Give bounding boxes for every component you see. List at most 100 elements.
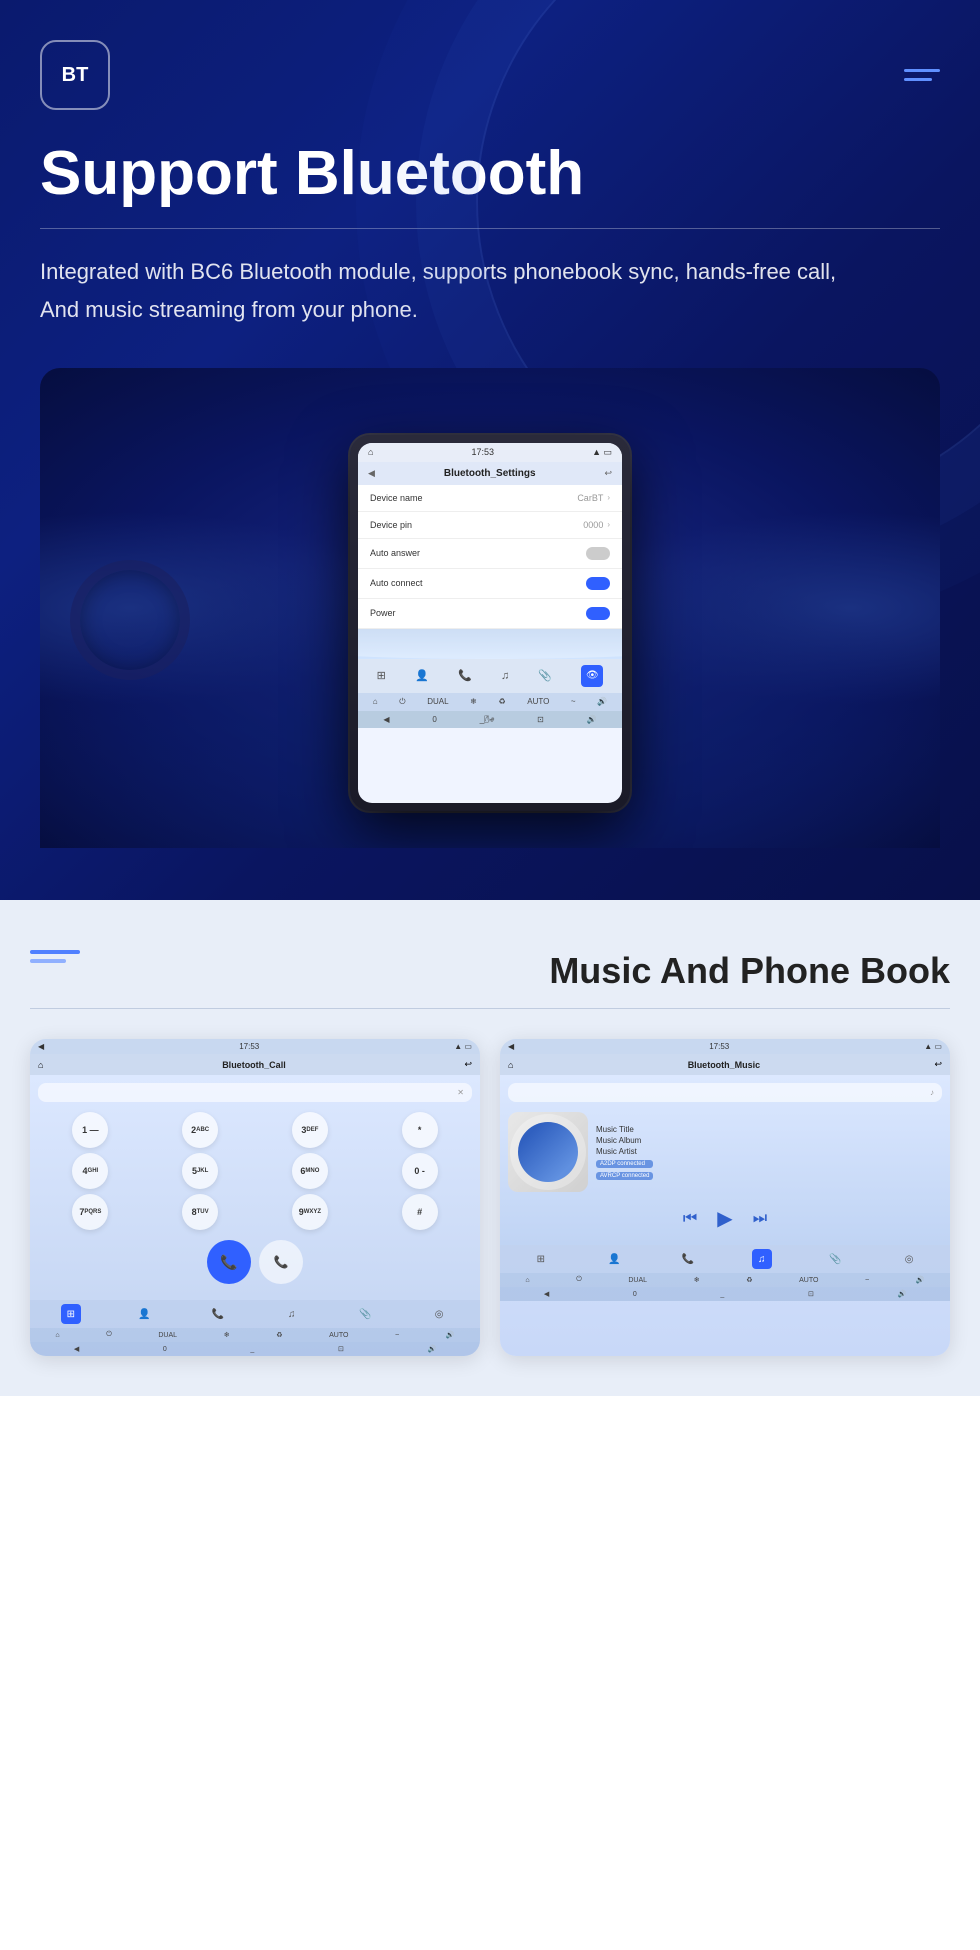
dial-3[interactable]: 3DEF — [292, 1112, 328, 1148]
music-close-icon[interactable]: ↩ — [934, 1059, 942, 1070]
call-contact-icon[interactable]: 👤 — [134, 1304, 154, 1324]
dial-0[interactable]: 0 - — [402, 1153, 438, 1189]
music-clip-icon[interactable]: 📎 — [825, 1249, 845, 1269]
vol-ctrl[interactable]: 🔊 — [597, 697, 607, 706]
power-toggle[interactable] — [586, 607, 610, 620]
dial-hash[interactable]: # — [402, 1194, 438, 1230]
dial-star[interactable]: * — [402, 1112, 438, 1148]
music-target-icon[interactable]: ◎ — [899, 1249, 919, 1269]
screen-status-icons: ▲ ▭ — [592, 447, 612, 458]
call-statusbar: ◀ 17:53 ▲ ▭ — [30, 1039, 480, 1054]
dial-2[interactable]: 2ABC — [182, 1112, 218, 1148]
music-home-icon[interactable]: ⌂ — [508, 1060, 513, 1070]
call-car-controls-2: ◀ 0 _ ⊡ 🔊 — [30, 1342, 480, 1356]
play-button[interactable]: ▶ — [717, 1206, 732, 1231]
music-vol[interactable]: 🔊 — [916, 1276, 925, 1284]
music-vol2[interactable]: 🔊 — [897, 1290, 906, 1298]
music-time: 17:53 — [709, 1042, 729, 1051]
hero-description: Integrated with BC6 Bluetooth module, su… — [40, 253, 940, 328]
music-home-ctrl[interactable]: ⌂ — [525, 1276, 529, 1284]
call-home-icon[interactable]: ⌂ — [38, 1060, 43, 1070]
auto-connect-toggle[interactable] — [586, 577, 610, 590]
power-ctrl[interactable]: ⏻ — [399, 697, 405, 707]
dial-6[interactable]: 6MNO — [292, 1153, 328, 1189]
call-back-ctrl[interactable]: ◀ — [74, 1345, 79, 1353]
call-recycle[interactable]: ♻ — [276, 1331, 282, 1339]
dial-5[interactable]: 5JKL — [182, 1153, 218, 1189]
call-vol[interactable]: 🔊 — [446, 1331, 455, 1339]
call-search-bar[interactable]: ✕ — [38, 1083, 472, 1102]
auto-answer-toggle[interactable] — [586, 547, 610, 560]
screen-label-power: Power — [370, 608, 396, 618]
dial-9[interactable]: 9WXYZ — [292, 1194, 328, 1230]
phone-icon[interactable]: 📞 — [458, 669, 472, 682]
music-phone-icon[interactable]: 📞 — [678, 1249, 698, 1269]
dial-7[interactable]: 7PQRS — [72, 1194, 108, 1230]
next-button[interactable]: ⏭ — [753, 1210, 767, 1228]
call-seat[interactable]: ⊡ — [338, 1345, 344, 1353]
screen-back-icon[interactable]: ◀ — [368, 468, 375, 479]
music-back-icon[interactable]: ◀ — [508, 1042, 514, 1051]
screen-footer-nav: ⊞ 👤 📞 ♫ 📎 👁 — [358, 659, 622, 693]
call-clip-icon[interactable]: 📎 — [355, 1304, 375, 1324]
call-footer-nav: ⊞ 👤 📞 ♫ 📎 ◎ — [30, 1300, 480, 1328]
music-info: Music Title Music Album Music Artist A2D… — [596, 1112, 653, 1192]
fan-level: _🌬 — [480, 715, 495, 724]
music-snow[interactable]: ❄ — [694, 1276, 700, 1284]
call-grid-icon[interactable]: ⊞ — [61, 1304, 81, 1324]
music-search-bar[interactable]: ♪ — [508, 1083, 942, 1102]
screen-row-auto-answer[interactable]: Auto answer — [358, 539, 622, 569]
music-contact-icon[interactable]: 👤 — [604, 1249, 624, 1269]
dial-4[interactable]: 4GHI — [72, 1153, 108, 1189]
screen-row-power[interactable]: Power — [358, 599, 622, 629]
screen-settings: Device name CarBT › Device pin 0000 › — [358, 485, 622, 659]
music-note-icon[interactable]: ♪ — [930, 1088, 934, 1097]
eye-icon-active[interactable]: 👁 — [581, 665, 603, 687]
home-ctrl[interactable]: ⌂ — [373, 697, 378, 706]
grid-icon[interactable]: ⊞ — [377, 669, 386, 682]
call-target-icon[interactable]: ◎ — [429, 1304, 449, 1324]
music-recycle[interactable]: ♻ — [746, 1276, 752, 1284]
call-back-icon[interactable]: ◀ — [38, 1042, 44, 1051]
call-phone-icon[interactable]: 📞 — [208, 1304, 228, 1324]
menu-button[interactable] — [904, 69, 940, 81]
recycle-ctrl[interactable]: ♻ — [498, 697, 505, 706]
call-home-ctrl[interactable]: ⌂ — [55, 1331, 59, 1339]
music-seat[interactable]: ⊡ — [808, 1290, 814, 1298]
call-time: 17:53 — [239, 1042, 259, 1051]
screen-row-auto-connect[interactable]: Auto connect — [358, 569, 622, 599]
music-dual: DUAL — [628, 1276, 647, 1284]
call-snow[interactable]: ❄ — [224, 1331, 230, 1339]
contact-icon[interactable]: 👤 — [415, 669, 429, 682]
prev-button[interactable]: ⏮ — [683, 1210, 697, 1228]
music-power-ctrl[interactable]: ⏻ — [576, 1276, 582, 1284]
call-fan[interactable]: ~ — [395, 1331, 399, 1339]
screen-close-icon[interactable]: ↩ — [604, 468, 612, 479]
music-grid-icon[interactable]: ⊞ — [531, 1249, 551, 1269]
screen-nav: ◀ Bluetooth_Settings ↩ — [358, 462, 622, 485]
answer-button[interactable]: 📞 — [207, 1240, 251, 1284]
vol2-ctrl[interactable]: 🔊 — [587, 715, 597, 724]
search-clear-icon[interactable]: ✕ — [457, 1088, 464, 1097]
music-back-ctrl[interactable]: ◀ — [544, 1290, 549, 1298]
call-vol2[interactable]: 🔊 — [427, 1345, 436, 1353]
music-fan[interactable]: ~ — [865, 1276, 869, 1284]
clip-icon[interactable]: 📎 — [538, 669, 552, 682]
call-temp: 0 — [163, 1345, 167, 1353]
call-power-ctrl[interactable]: ⏻ — [106, 1331, 112, 1339]
music-note-active[interactable]: ♫ — [752, 1249, 772, 1269]
seat-ctrl[interactable]: ⊡ — [537, 715, 544, 724]
music-icon[interactable]: ♫ — [501, 670, 509, 682]
redial-button[interactable]: 📞 — [259, 1240, 303, 1284]
call-music-icon[interactable]: ♫ — [282, 1304, 302, 1324]
snowflake-ctrl[interactable]: ❄ — [470, 697, 477, 706]
dial-8[interactable]: 8TUV — [182, 1194, 218, 1230]
call-close-icon[interactable]: ↩ — [464, 1059, 472, 1070]
dial-1[interactable]: 1 — — [72, 1112, 108, 1148]
fan-ctrl[interactable]: ~ — [571, 697, 576, 706]
call-action-buttons: 📞 📞 — [38, 1240, 472, 1284]
steering-wheel — [70, 560, 190, 680]
music-status-icons: ▲ ▭ — [924, 1042, 942, 1051]
back-ctrl[interactable]: ◀ — [383, 715, 389, 724]
screen-inner: ⌂ 17:53 ▲ ▭ ◀ Bluetooth_Settings ↩ Devic… — [358, 443, 622, 803]
